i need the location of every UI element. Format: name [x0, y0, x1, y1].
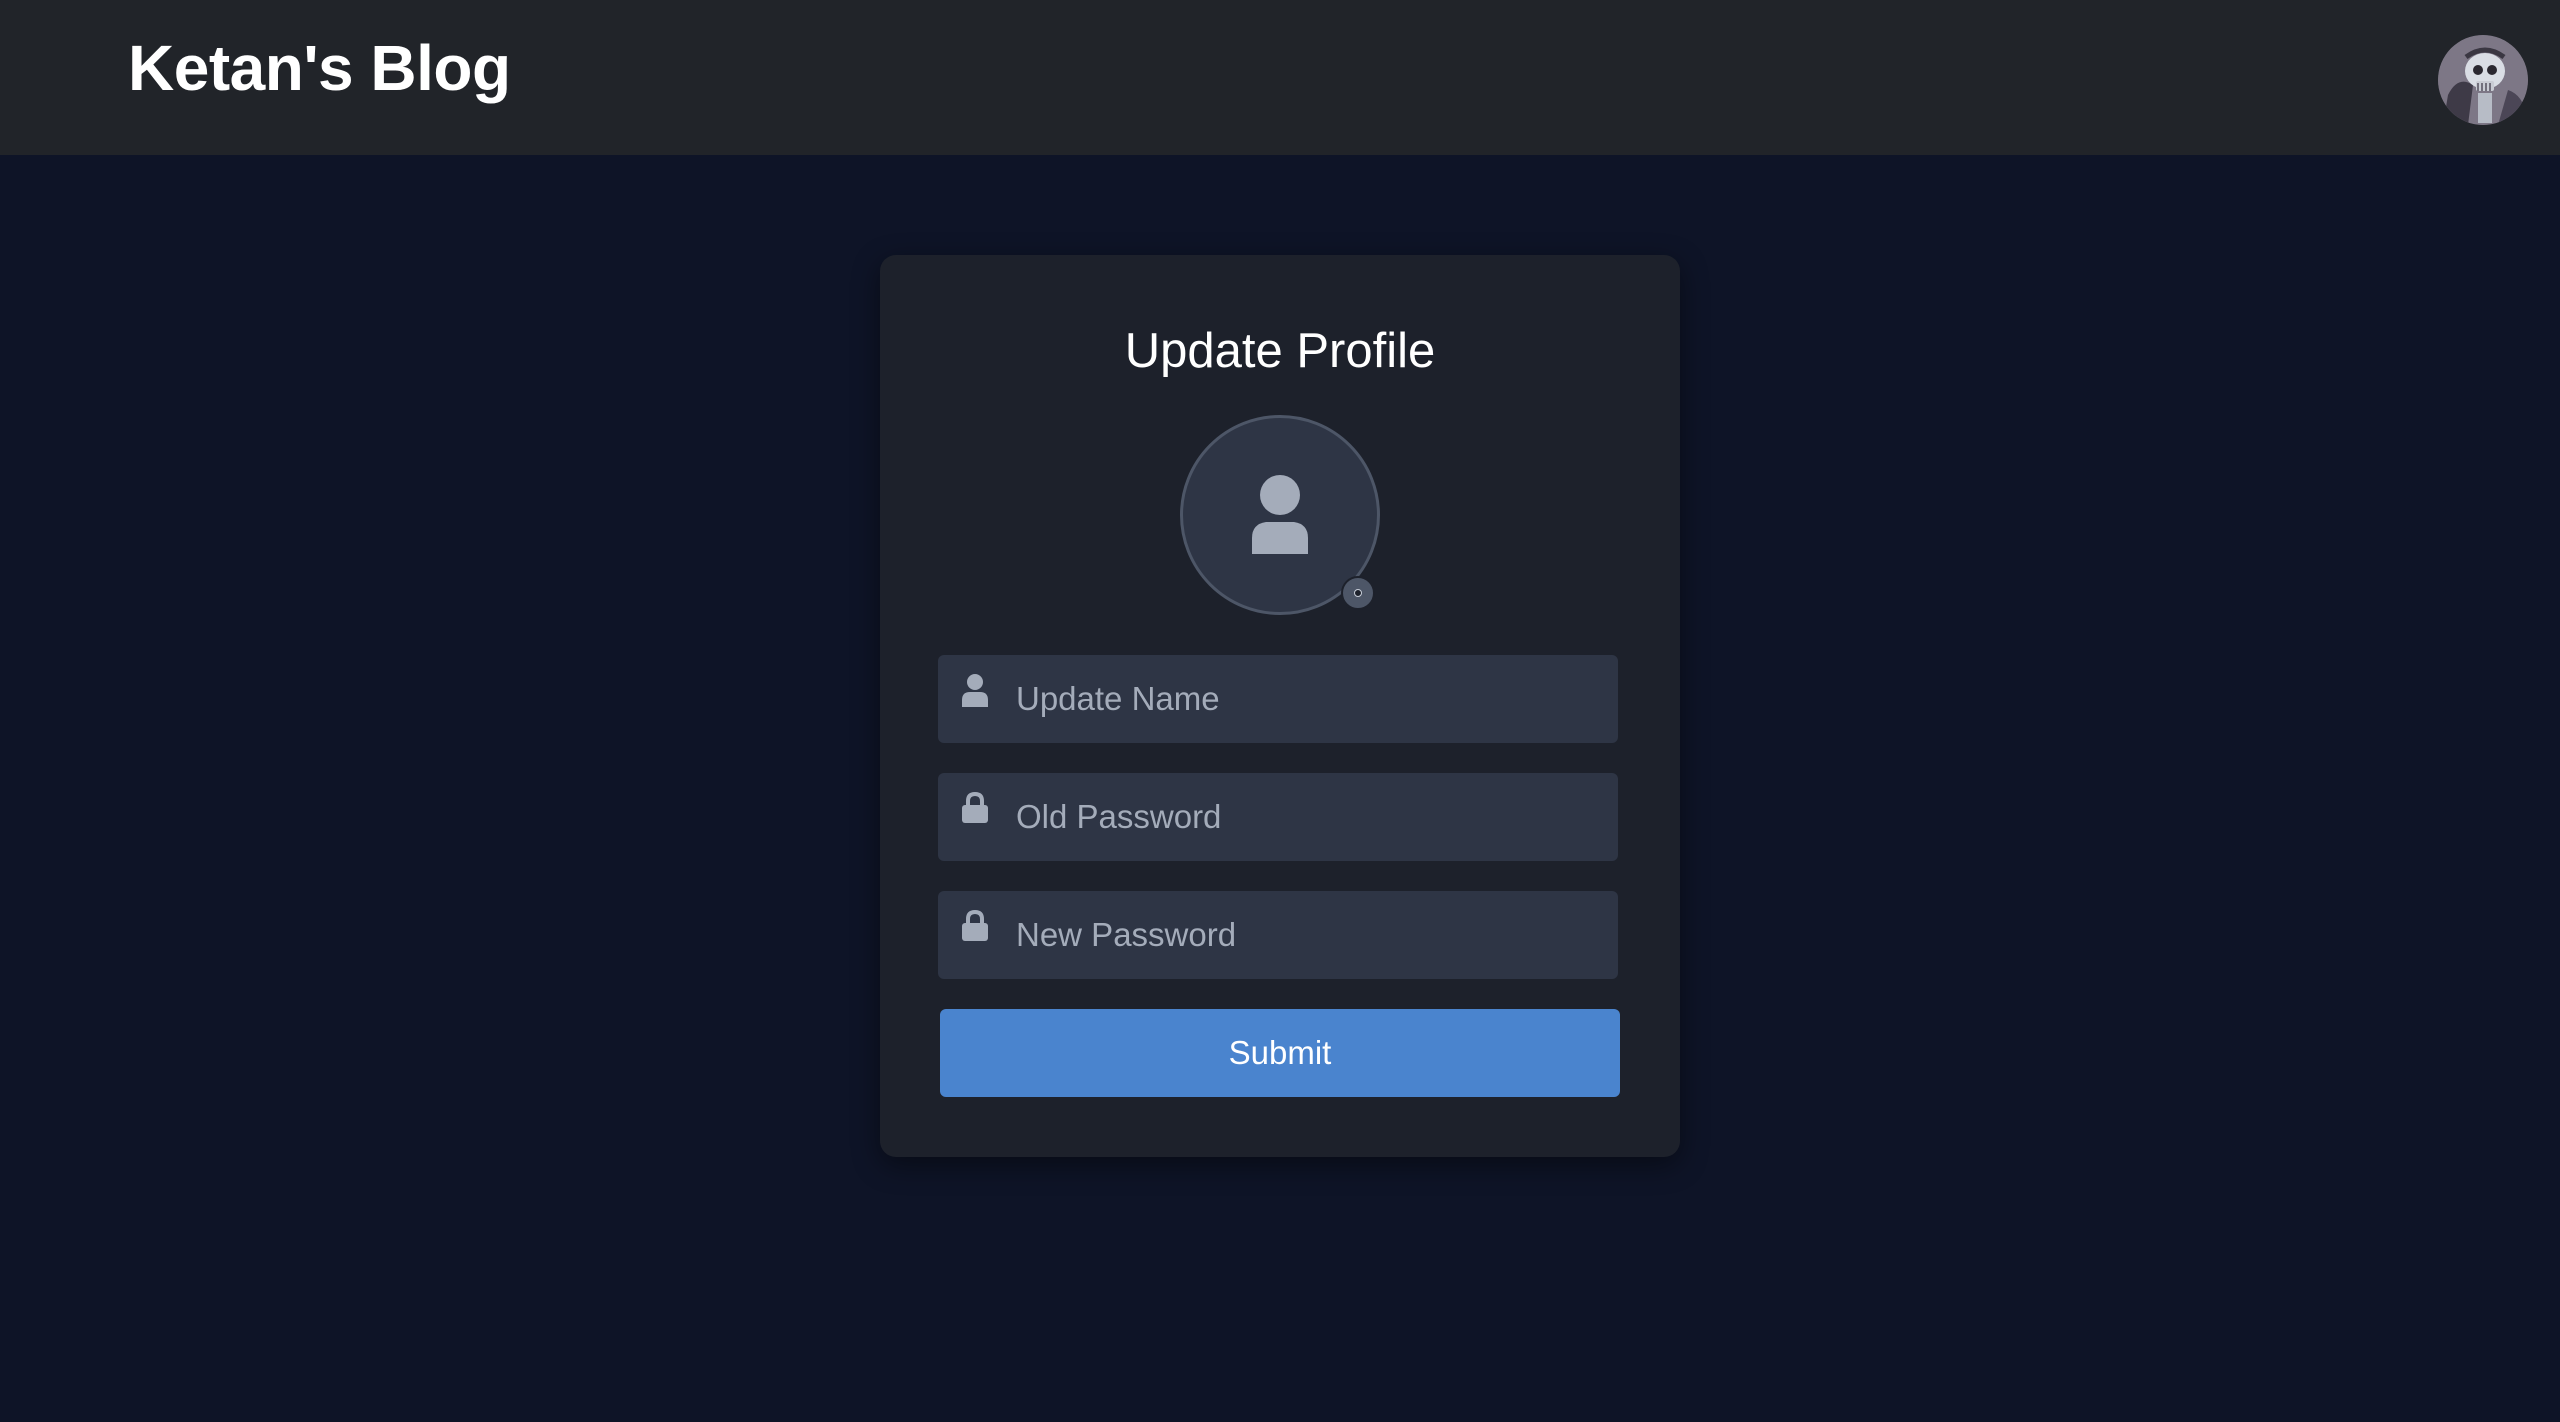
- avatar-image: [2438, 35, 2528, 125]
- lock-icon: [962, 909, 988, 941]
- user-icon: [1252, 475, 1308, 554]
- site-brand[interactable]: Ketan's Blog: [128, 28, 511, 108]
- update-name-input[interactable]: [1016, 655, 1596, 743]
- update-profile-card: Update Profile Submit: [880, 255, 1680, 1157]
- old-password-field: [938, 773, 1618, 861]
- camera-edit-icon[interactable]: [1341, 576, 1375, 610]
- new-password-input[interactable]: [1016, 891, 1596, 979]
- old-password-input[interactable]: [1016, 773, 1596, 861]
- new-password-field: [938, 891, 1618, 979]
- card-title: Update Profile: [1124, 324, 1436, 378]
- top-navbar: Ketan's Blog: [0, 0, 2560, 155]
- lock-icon: [962, 791, 988, 823]
- submit-button[interactable]: Submit: [940, 1009, 1620, 1097]
- user-avatar[interactable]: [2438, 35, 2528, 125]
- update-name-field: [938, 655, 1618, 743]
- user-icon: [962, 674, 988, 707]
